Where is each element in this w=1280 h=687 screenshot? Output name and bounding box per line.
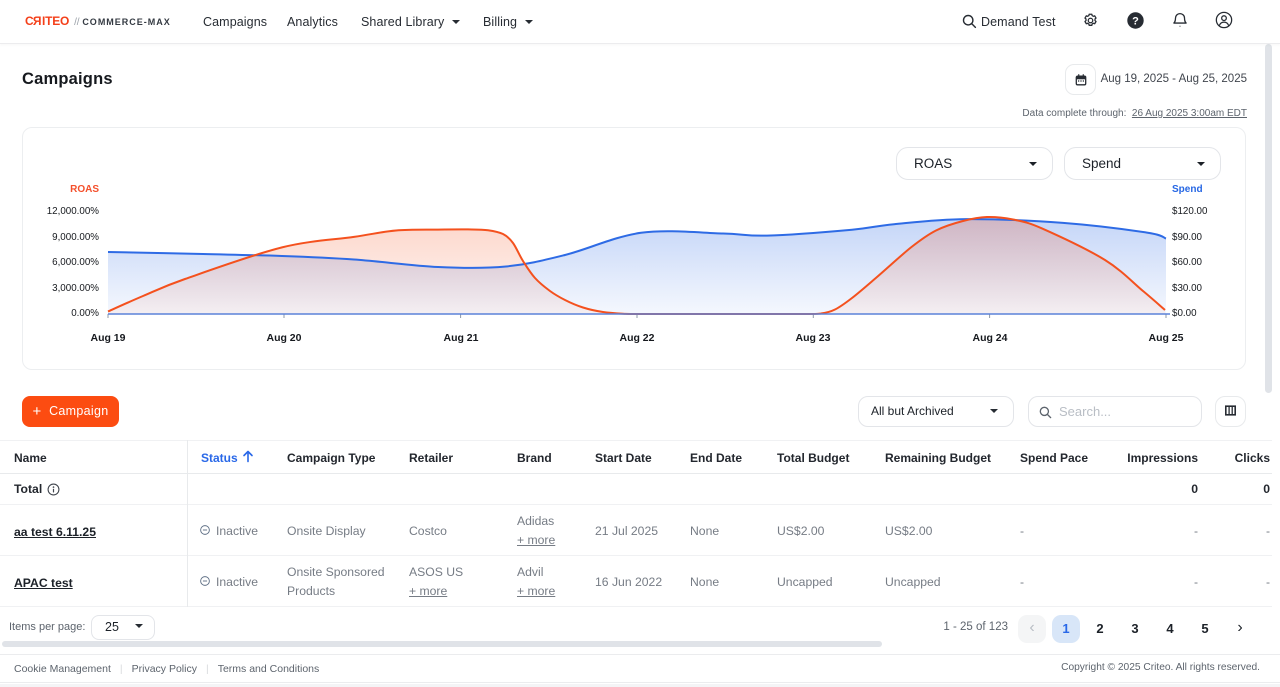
svg-text:?: ? <box>1132 15 1139 27</box>
